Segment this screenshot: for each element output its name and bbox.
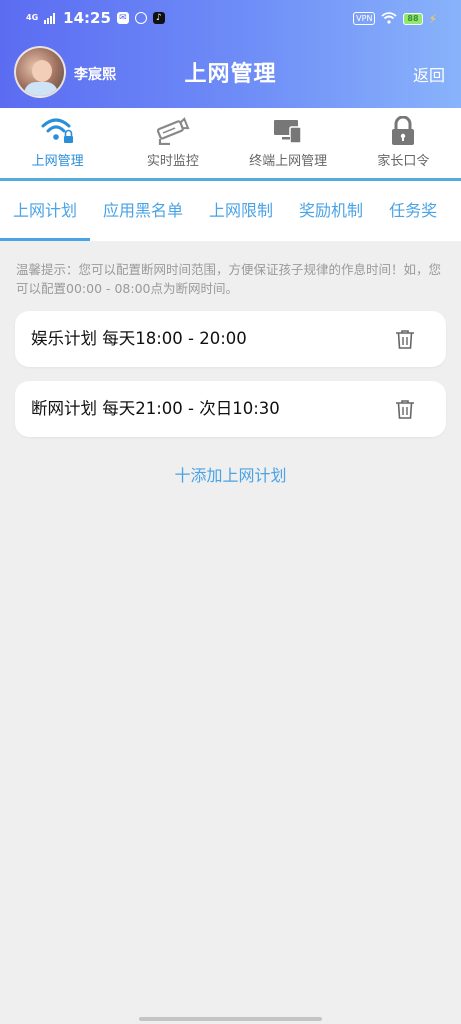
app-header: 4G 14:25 ✉ ♪ VPN 88 ⚡ 李宸熙 上网管理 返回 (0, 0, 461, 108)
plan-text: 断网计划 每天21:00 - 次日10:30 (31, 399, 280, 418)
charging-icon: ⚡ (428, 11, 437, 26)
wifi-lock-icon (0, 116, 115, 146)
plan-card[interactable]: 娱乐计划 每天18:00 - 20:00 (15, 311, 446, 367)
add-plan-link[interactable]: 十添加上网计划 (0, 462, 461, 486)
plan-card[interactable]: 断网计划 每天21:00 - 次日10:30 (15, 381, 446, 437)
trash-icon[interactable] (394, 398, 416, 420)
network-type-label: 4G (26, 13, 39, 22)
mail-icon: ✉ (116, 12, 129, 24)
devices-icon (231, 116, 346, 146)
page-title: 上网管理 (184, 62, 277, 87)
vpn-badge: VPN (353, 12, 376, 25)
plan-text: 娱乐计划 每天18:00 - 20:00 (31, 329, 247, 348)
nav-label: 终端上网管理 (249, 154, 328, 169)
tip-text: 温馨提示：您可以配置断网时间范围，方便保证孩子规律的作息时间！如，您可以配置00… (16, 262, 442, 296)
nav-item-parent-password[interactable]: 家长口令 (346, 108, 461, 178)
nav-label: 实时监控 (146, 154, 199, 169)
status-bar: 4G 14:25 ✉ ♪ VPN 88 ⚡ (0, 0, 461, 36)
lock-icon (346, 116, 461, 146)
back-button[interactable]: 返回 (413, 62, 445, 86)
nav-item-device-management[interactable]: 终端上网管理 (231, 108, 346, 178)
clock-icon (134, 12, 147, 24)
trash-icon[interactable] (394, 328, 416, 350)
signal-icon (44, 12, 56, 24)
wifi-status-icon (381, 9, 398, 28)
tiktok-icon: ♪ (152, 12, 165, 24)
sub-tab-bar: 上网计划 应用黑名单 上网限制 奖励机制 任务奖 (0, 181, 461, 241)
nav-item-internet-management[interactable]: 上网管理 (0, 108, 115, 178)
nav-label: 上网管理 (31, 154, 84, 169)
status-time: 14:25 (63, 9, 111, 27)
nav-item-realtime-monitor[interactable]: 实时监控 (115, 108, 230, 178)
battery-indicator: 88 (403, 12, 423, 25)
subtab-reward-mechanism[interactable]: 奖励机制 (286, 181, 376, 241)
subtab-internet-plan[interactable]: 上网计划 (0, 181, 91, 241)
subtab-task-reward[interactable]: 任务奖 (376, 181, 450, 241)
subtab-app-blacklist[interactable]: 应用黑名单 (90, 181, 196, 241)
main-nav: 上网管理 实时监控 终端上网管理 家长口令 (0, 108, 461, 181)
home-indicator[interactable] (139, 1017, 322, 1021)
nav-label: 家长口令 (377, 154, 430, 169)
camera-icon (115, 116, 230, 146)
subtab-internet-limit[interactable]: 上网限制 (196, 181, 286, 241)
